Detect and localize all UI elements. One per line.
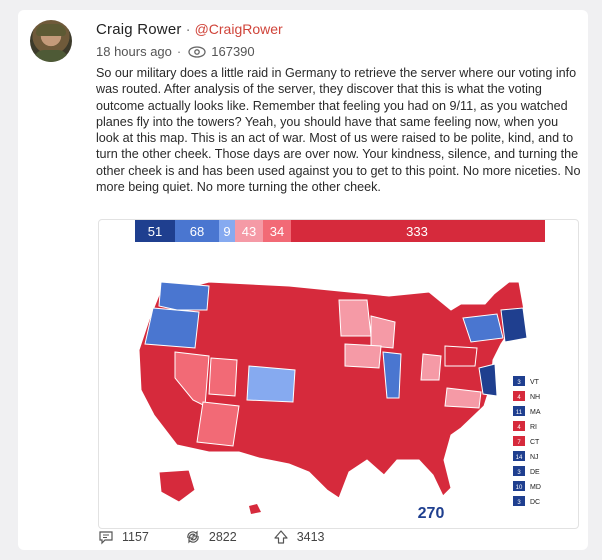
state-oregon xyxy=(144,307,200,349)
legend-state: VT xyxy=(530,379,540,386)
state-new-england xyxy=(500,307,528,343)
legend-state: NJ xyxy=(530,454,539,461)
state-colorado xyxy=(246,365,296,403)
upvote-arrow-icon xyxy=(274,530,288,544)
repost-icon xyxy=(187,530,199,544)
repost-button[interactable]: 2822 xyxy=(185,529,237,545)
view-count: 167390 xyxy=(211,44,255,59)
legend-state: MA xyxy=(530,409,541,416)
state-virginia xyxy=(444,387,482,409)
comment-count: 1157 xyxy=(122,530,149,544)
post-image-electoral-map[interactable]: 51 68 9 43 34 333 VT NH MA RI CT NJ DE M… xyxy=(98,219,579,529)
author-name[interactable]: Craig Rower xyxy=(96,21,182,38)
post-body: So our military does a little raid in Ge… xyxy=(96,66,581,195)
author-handle[interactable]: @CraigRower xyxy=(195,21,283,37)
post-meta: 18 hours ago · 167390 xyxy=(96,44,255,59)
legend-state: MD xyxy=(530,484,541,491)
repost-count: 2822 xyxy=(208,530,237,544)
legend-value: 10 xyxy=(516,485,523,491)
bar-label: 333 xyxy=(406,224,428,239)
state-minnesota xyxy=(338,299,372,337)
legend-state: DE xyxy=(530,469,540,476)
state-alaska xyxy=(158,469,196,503)
post-card: Craig Rower · @CraigRower 18 hours ago · 1… xyxy=(18,10,588,550)
state-utah xyxy=(208,357,238,397)
legend-state: RI xyxy=(530,424,537,431)
state-hawaii xyxy=(249,504,261,514)
eye-icon xyxy=(188,45,206,58)
electoral-total: 270 xyxy=(418,505,445,522)
legend-state: DC xyxy=(530,499,540,506)
author-row: Craig Rower · @CraigRower xyxy=(96,21,283,38)
comment-icon xyxy=(99,531,113,545)
bar-label: 43 xyxy=(242,224,256,239)
name-separator: · xyxy=(185,21,191,38)
legend-state: CT xyxy=(530,439,540,446)
state-pennsylvania xyxy=(444,345,478,367)
legend-state: NH xyxy=(530,394,540,401)
comment-button[interactable]: 1157 xyxy=(98,529,149,545)
legend-value: 11 xyxy=(516,410,523,416)
state-iowa xyxy=(344,343,382,369)
bar-label: 51 xyxy=(148,224,162,239)
post-actions: 1157 2822 3413 xyxy=(98,527,361,547)
upvote-count: 3413 xyxy=(296,530,325,544)
state-arizona xyxy=(196,401,240,447)
meta-separator: · xyxy=(176,44,182,59)
state-wisconsin xyxy=(370,315,396,349)
legend-value: 14 xyxy=(516,455,523,461)
electoral-map-graphic: 51 68 9 43 34 333 VT NH MA RI CT NJ DE M… xyxy=(135,220,545,522)
bar-label: 68 xyxy=(190,224,204,239)
bar-label: 34 xyxy=(270,224,284,239)
upvote-button[interactable]: 3413 xyxy=(273,529,325,545)
avatar[interactable] xyxy=(30,20,72,62)
bar-label: 9 xyxy=(223,224,230,239)
post-time[interactable]: 18 hours ago xyxy=(96,44,172,59)
state-ohio xyxy=(420,353,442,381)
state-washington xyxy=(158,281,210,311)
